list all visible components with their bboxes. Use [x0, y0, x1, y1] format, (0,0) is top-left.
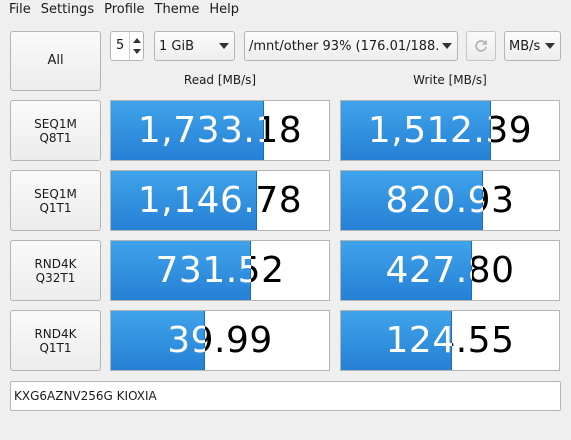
menu-theme[interactable]: Theme: [150, 0, 205, 20]
drive-value: /mnt/other 93% (176.01/188.27: [249, 38, 439, 54]
test-label: SEQ1M Q8T1: [34, 116, 77, 145]
read-result-rnd4k-q1t1: 39.99 39.99: [110, 310, 330, 371]
menu-help[interactable]: Help: [204, 0, 244, 20]
test-button-rnd4k-q32t1[interactable]: RND4K Q32T1: [10, 240, 101, 301]
write-column-header: Write [MB/s]: [413, 73, 487, 87]
test-label: SEQ1M Q1T1: [34, 186, 77, 215]
menu-bar: File Settings Profile Theme Help: [0, 0, 571, 20]
chevron-down-icon: [545, 43, 555, 49]
read-column-header: Read [MB/s]: [183, 73, 257, 87]
test-size-select[interactable]: 1 GiB: [154, 31, 235, 61]
comment-text: KXG6AZNV256G KIOXIA: [14, 389, 157, 403]
run-all-button[interactable]: All: [10, 31, 101, 91]
read-bar-overlay: 1,733.18: [137, 110, 264, 151]
refresh-icon: [475, 40, 487, 52]
test-size-value: 1 GiB: [159, 38, 195, 54]
test-button-seq1m-q8t1[interactable]: SEQ1M Q8T1: [10, 100, 101, 161]
menu-file[interactable]: File: [0, 0, 36, 20]
drive-select[interactable]: /mnt/other 93% (176.01/188.27: [244, 31, 458, 61]
chevron-down-icon: [442, 43, 452, 49]
chevron-down-icon: [219, 43, 229, 49]
read-result-seq1m-q1t1: 1,146.78 1,146.78: [110, 170, 330, 231]
unit-select[interactable]: MB/s: [504, 31, 561, 61]
spinner-down-icon[interactable]: [133, 49, 141, 54]
write-bar-overlay: 124.55: [385, 320, 453, 361]
test-button-seq1m-q1t1[interactable]: SEQ1M Q1T1: [10, 170, 101, 231]
read-result-rnd4k-q32t1: 731.52 731.52: [110, 240, 330, 301]
write-result-rnd4k-q32t1: 427.80 427.80: [340, 240, 560, 301]
test-button-rnd4k-q1t1[interactable]: RND4K Q1T1: [10, 310, 101, 371]
spinner-arrows[interactable]: [129, 32, 143, 60]
unit-value: MB/s: [509, 38, 541, 54]
read-bar-overlay: 1,146.78: [137, 180, 257, 221]
write-result-seq1m-q8t1: 1,512.39 1,512.39: [340, 100, 560, 161]
read-bar-overlay: 731.52: [155, 250, 251, 291]
write-bar-overlay: 427.80: [385, 250, 472, 291]
spinner-up-icon[interactable]: [133, 38, 141, 43]
refresh-button[interactable]: [466, 31, 496, 61]
test-count-value: 5: [116, 38, 125, 53]
test-count-spinner[interactable]: 5: [110, 31, 144, 61]
write-result-seq1m-q1t1: 820.93 820.93: [340, 170, 560, 231]
write-bar-overlay: 820.93: [385, 180, 483, 221]
write-result-rnd4k-q1t1: 124.55 124.55: [340, 310, 560, 371]
menu-profile[interactable]: Profile: [99, 0, 149, 20]
test-label: RND4K Q32T1: [34, 256, 77, 285]
read-bar-overlay: 39.99: [167, 320, 205, 361]
comment-field[interactable]: KXG6AZNV256G KIOXIA: [10, 381, 561, 411]
test-label: RND4K Q1T1: [34, 326, 77, 355]
menu-settings[interactable]: Settings: [36, 0, 99, 20]
run-all-label: All: [47, 53, 64, 68]
read-result-seq1m-q8t1: 1,733.18 1,733.18: [110, 100, 330, 161]
write-bar-overlay: 1,512.39: [367, 110, 492, 151]
